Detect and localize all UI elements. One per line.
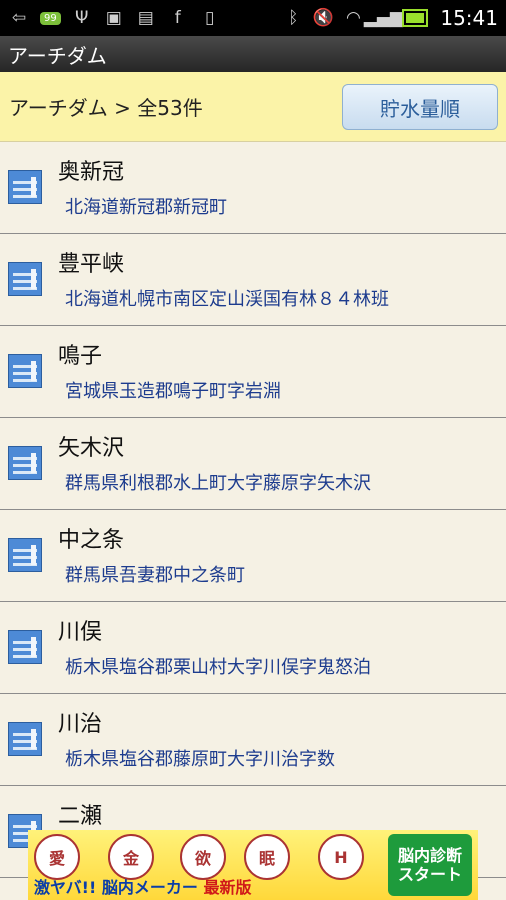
- bluetooth-icon: ᛒ: [288, 8, 299, 28]
- dam-name: 川俣: [58, 620, 103, 645]
- ad-start-line2: スタート: [397, 865, 462, 884]
- back-arrow-icon: ⇦: [11, 8, 27, 28]
- dam-row[interactable]: 鳴子 宮城県玉造郡鳴子町字岩淵: [0, 326, 506, 418]
- ad-tagline-main: 激ヤバ!! 脳内メーカー: [34, 878, 198, 897]
- image-icon: ▤: [137, 8, 154, 28]
- ad-banner[interactable]: 愛 金 欲 眠 H 激ヤバ!! 脳内メーカー 最新版 脳内診断 スタート: [28, 830, 478, 900]
- notification-badge: 99: [40, 11, 61, 25]
- dam-icon: [8, 354, 42, 388]
- mute-icon: 🔇: [312, 8, 334, 28]
- dam-icon: [8, 446, 42, 480]
- dam-name: 鳴子: [58, 344, 103, 369]
- usb-icon: Ψ: [75, 8, 89, 28]
- dam-icon: [8, 722, 42, 756]
- ad-start-button[interactable]: 脳内診断 スタート: [388, 834, 472, 896]
- status-bar: ⇦ 99 Ψ ▣ ▤ f ▯ ᛒ 🔇 ◠ ▂▄▆ 15:41: [0, 0, 506, 36]
- dam-name: 奥新冠: [58, 160, 125, 185]
- dam-name: 豊平峡: [58, 252, 125, 277]
- dam-name: 川治: [58, 712, 103, 737]
- dam-address: 北海道札幌市南区定山渓国有林８４林班: [65, 289, 389, 310]
- ad-start-line1: 脳内診断: [397, 845, 462, 865]
- dam-row[interactable]: 矢木沢 群馬県利根郡水上町大字藤原字矢木沢: [0, 418, 506, 510]
- dam-row[interactable]: 豊平峡 北海道札幌市南区定山渓国有林８４林班: [0, 234, 506, 326]
- ad-bubble-h: H: [318, 834, 364, 880]
- dam-address: 栃木県塩谷郡藤原町大字川治字数: [65, 749, 335, 770]
- signal-icon: ▂▄▆: [363, 8, 403, 28]
- ad-tagline-new: 最新版: [203, 878, 252, 897]
- dam-icon: [8, 262, 42, 296]
- clock: 15:41: [440, 6, 498, 30]
- dam-address: 宮城県玉造郡鳴子町字岩淵: [65, 381, 281, 402]
- facebook-icon: f: [174, 8, 181, 28]
- dam-row[interactable]: 川治 栃木県塩谷郡藤原町大字川治字数: [0, 694, 506, 786]
- battery-icon: [402, 9, 429, 27]
- dam-row[interactable]: 奥新冠 北海道新冠郡新冠町: [0, 142, 506, 234]
- sort-by-storage-button[interactable]: 貯水量順: [342, 84, 498, 130]
- android-icon: ▣: [105, 8, 122, 28]
- dam-row[interactable]: 中之条 群馬県吾妻郡中之条町: [0, 510, 506, 602]
- wifi-icon: ◠: [345, 8, 361, 28]
- dam-address: 群馬県吾妻郡中之条町: [65, 565, 245, 586]
- dam-name: 二瀬: [58, 804, 103, 829]
- dam-row[interactable]: 川俣 栃木県塩谷郡栗山村大字川俣字鬼怒泊: [0, 602, 506, 694]
- dam-address: 群馬県利根郡水上町大字藤原字矢木沢: [65, 473, 371, 494]
- dam-icon: [8, 630, 42, 664]
- app-title: アーチダム: [0, 36, 506, 72]
- dam-icon: [8, 538, 42, 572]
- dam-name: 矢木沢: [58, 436, 125, 461]
- breadcrumb: アーチダム > 全53件: [9, 96, 203, 120]
- phone-icon: ▯: [205, 8, 215, 28]
- dam-icon: [8, 170, 42, 204]
- ad-tagline: 激ヤバ!! 脳内メーカー 最新版: [34, 874, 251, 898]
- dam-address: 北海道新冠郡新冠町: [65, 197, 227, 218]
- dam-address: 栃木県塩谷郡栗山村大字川俣字鬼怒泊: [65, 657, 371, 678]
- dam-list: 奥新冠 北海道新冠郡新冠町 豊平峡 北海道札幌市南区定山渓国有林８４林班 鳴子 …: [0, 142, 506, 878]
- dam-name: 中之条: [58, 528, 125, 553]
- list-header: アーチダム > 全53件 貯水量順: [0, 72, 506, 142]
